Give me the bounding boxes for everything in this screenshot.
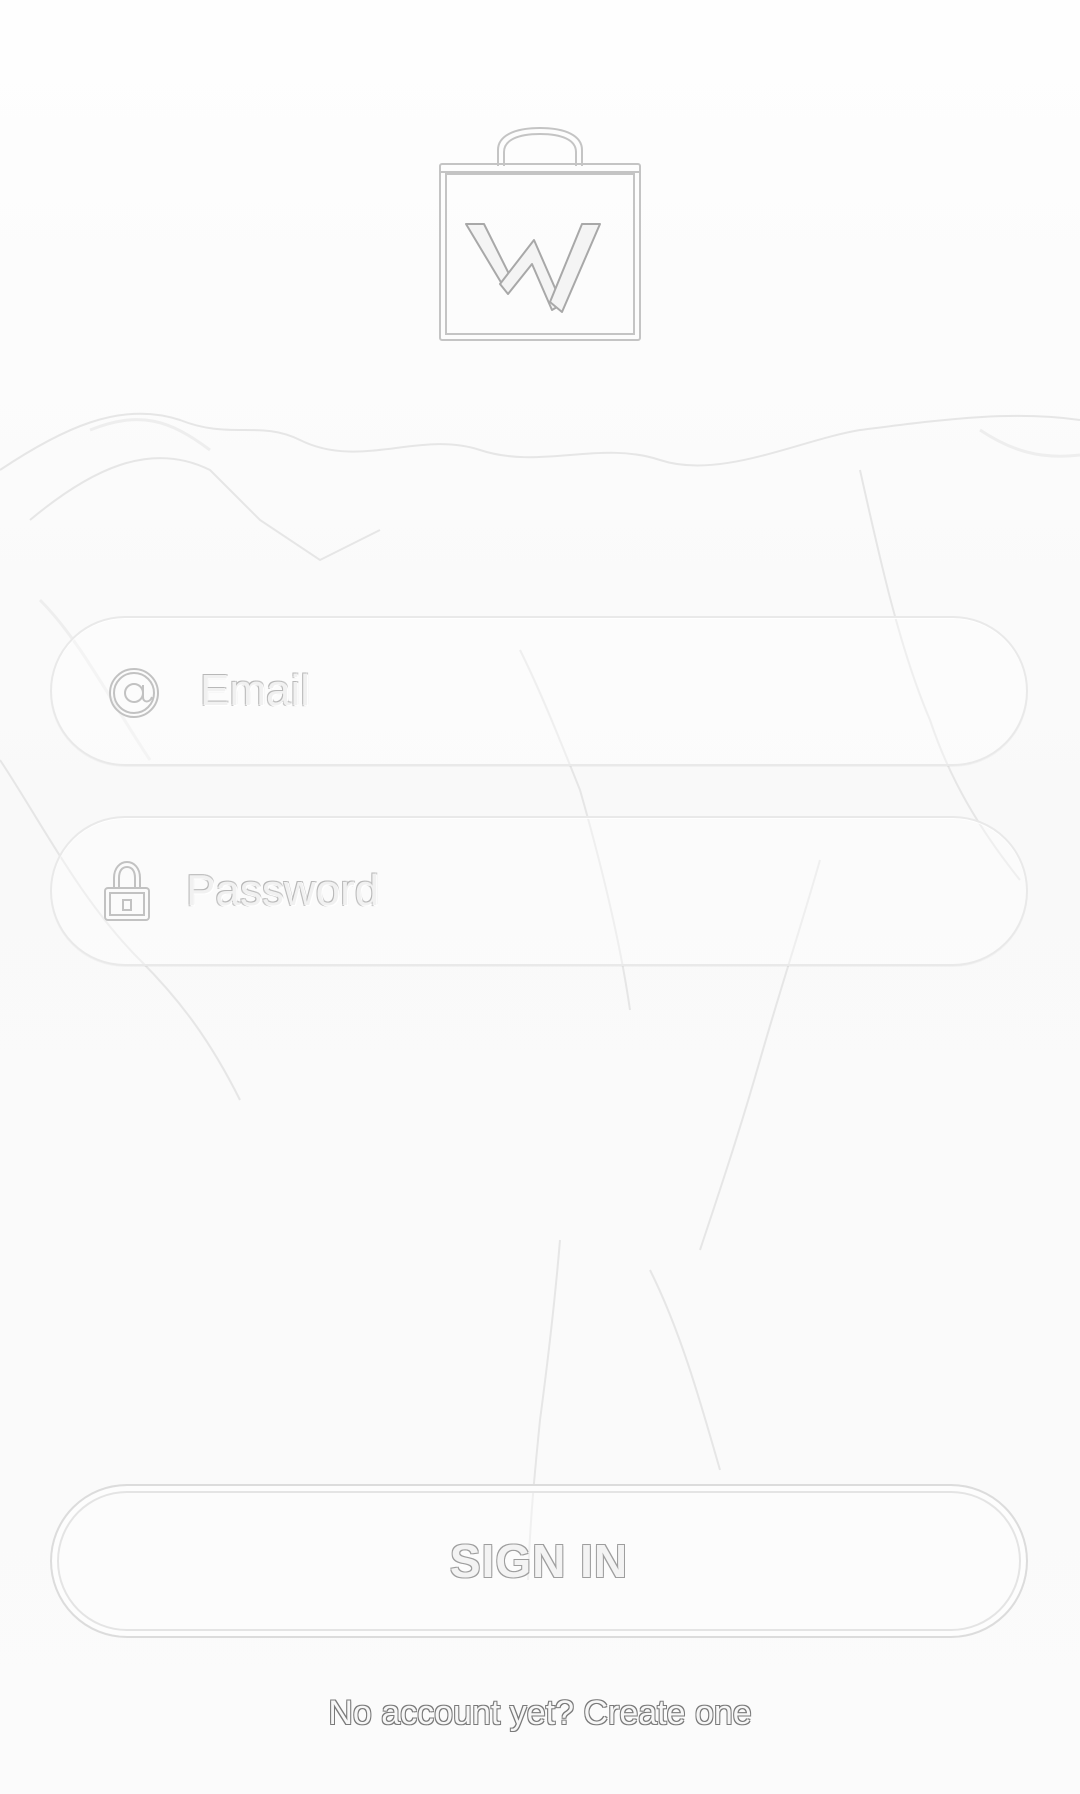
email-field[interactable] xyxy=(50,616,1028,766)
email-input[interactable] xyxy=(200,618,966,764)
password-field[interactable] xyxy=(50,816,1028,966)
shopping-bag-w-logo-icon xyxy=(439,126,641,341)
sign-in-label: SIGN IN xyxy=(449,1535,629,1587)
password-input[interactable] xyxy=(186,818,966,964)
sign-in-button[interactable]: SIGN IN xyxy=(50,1484,1028,1638)
at-sign-icon xyxy=(109,668,159,718)
lock-icon xyxy=(104,860,150,921)
login-screen: SIGN IN No account yet? Create one xyxy=(0,0,1080,1794)
create-account-link[interactable]: No account yet? Create one xyxy=(0,1694,1080,1733)
